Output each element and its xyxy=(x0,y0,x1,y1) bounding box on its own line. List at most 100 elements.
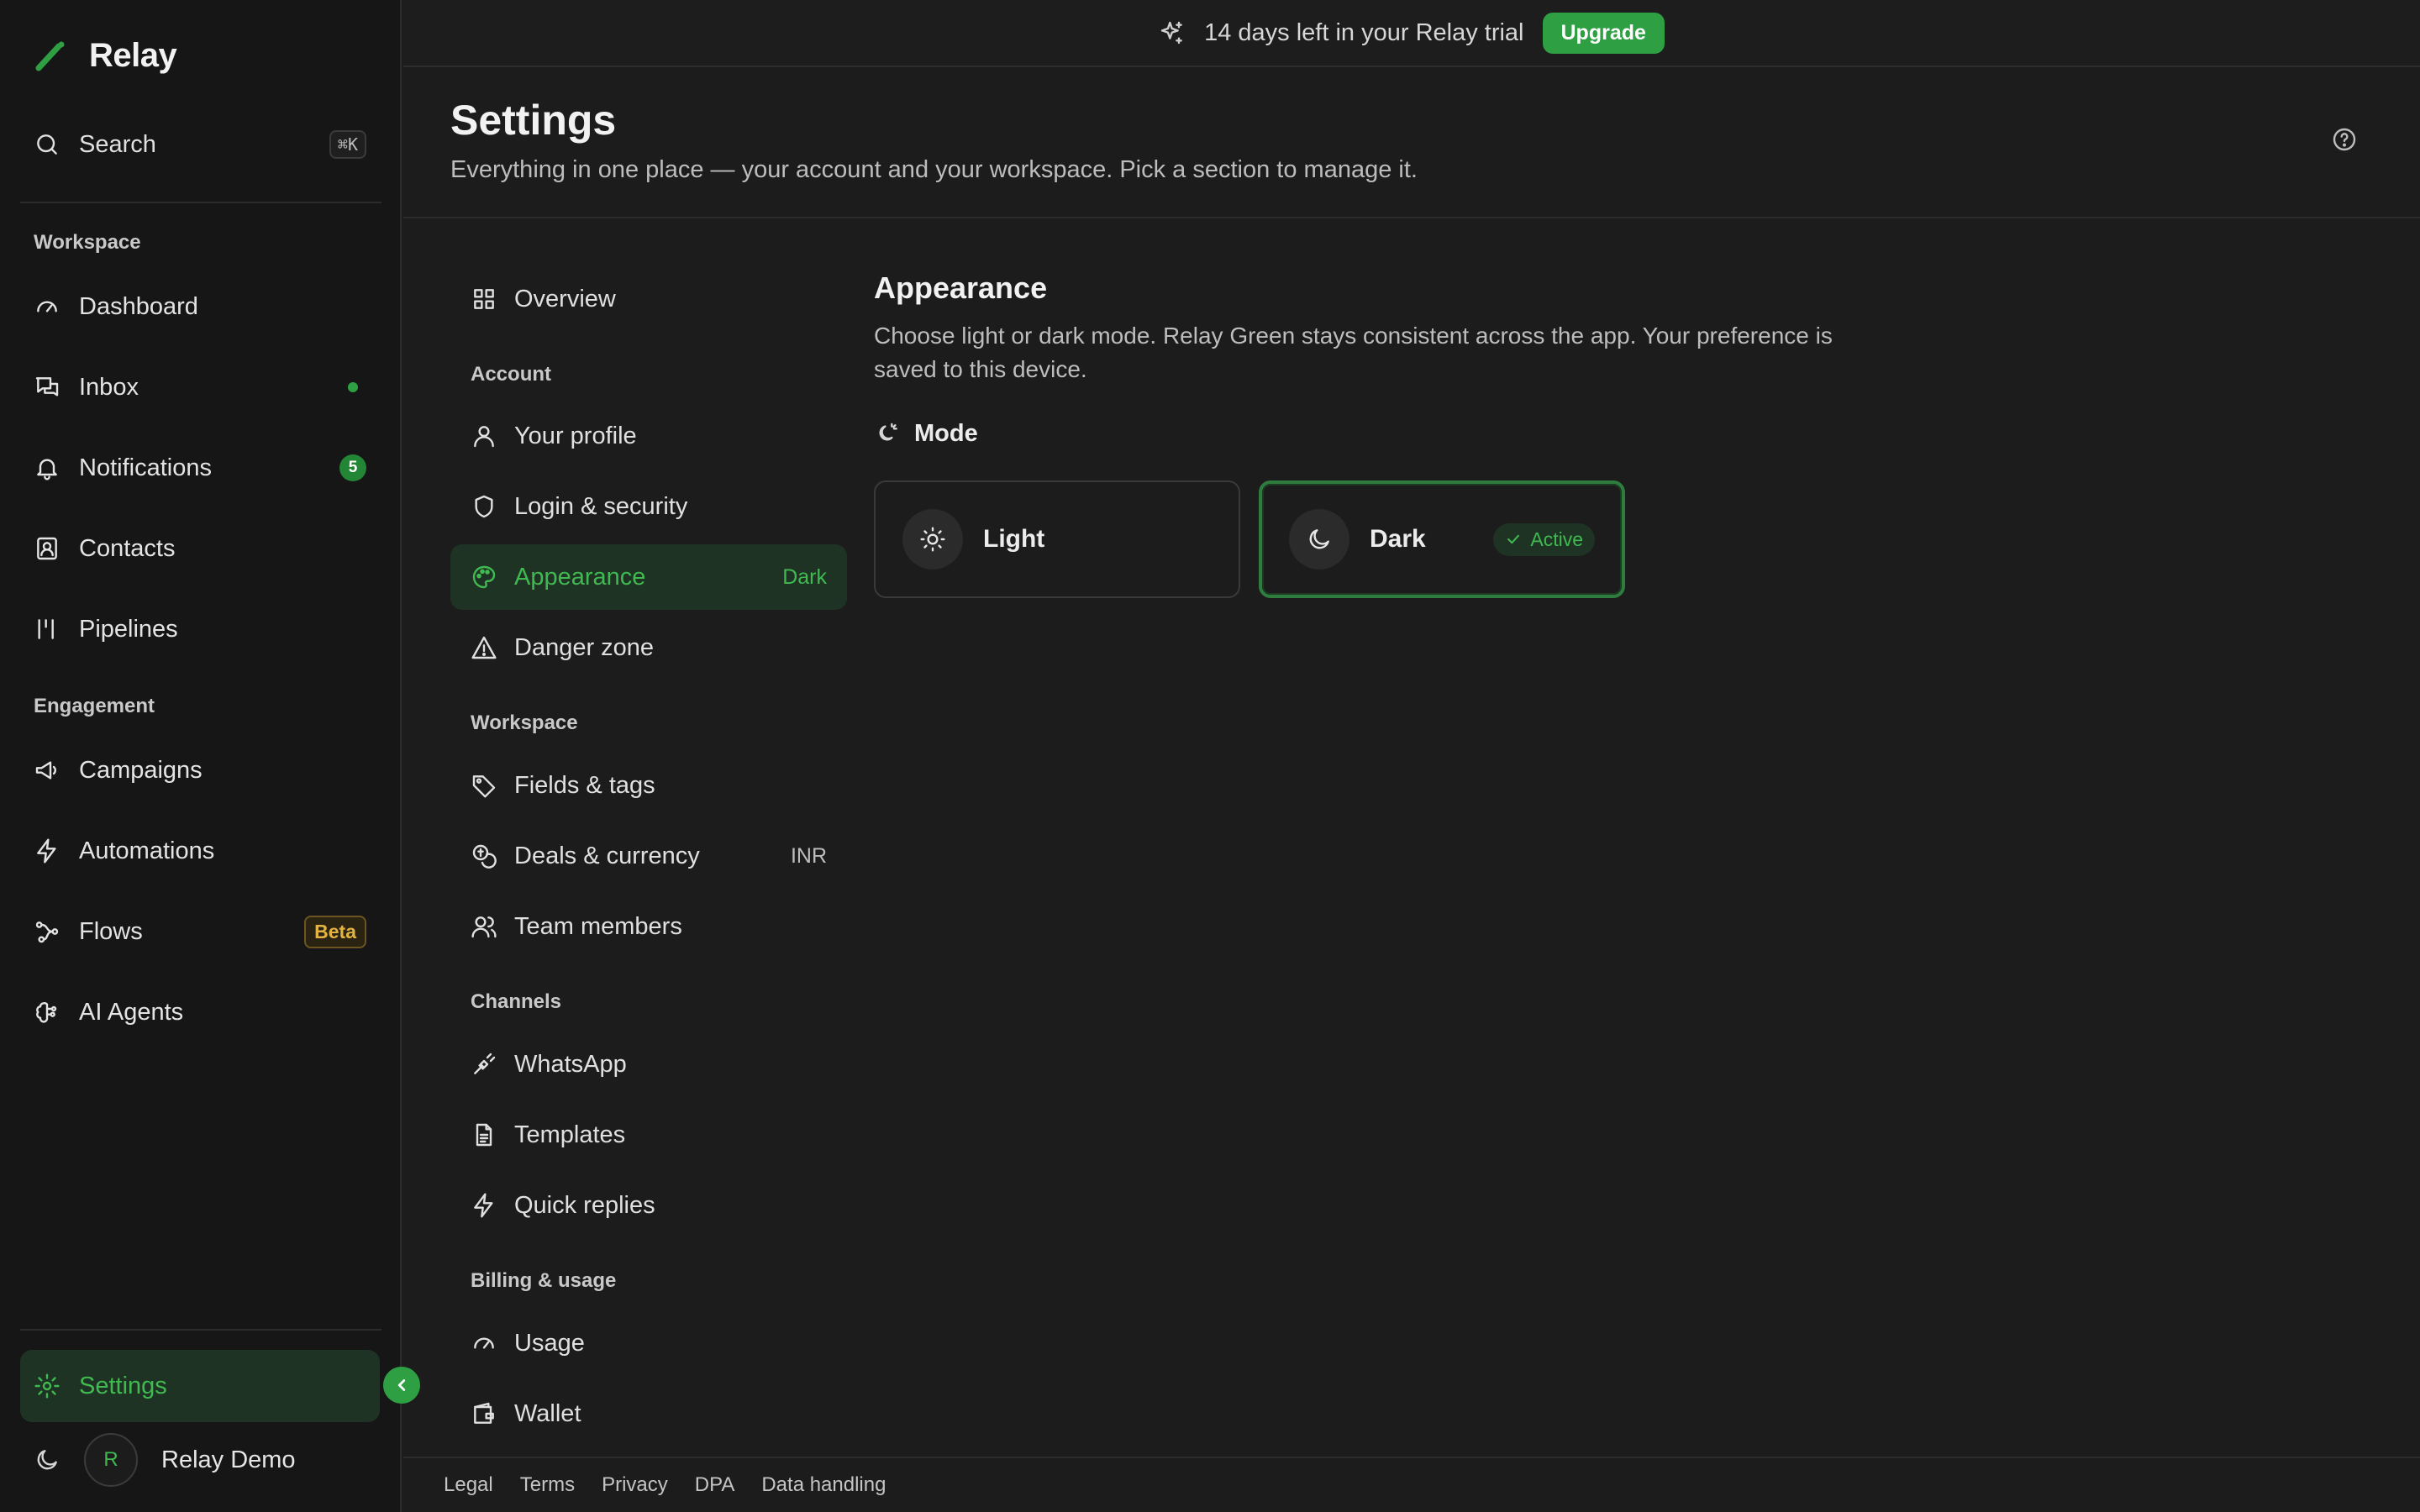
gear-icon xyxy=(34,1373,60,1399)
settings-section-billing: Billing & usage xyxy=(471,1269,617,1292)
sidebar-section-engagement: Engagement xyxy=(34,695,155,717)
active-badge-label: Active xyxy=(1530,528,1583,550)
settings-nav-danger-zone[interactable]: Danger zone xyxy=(450,615,847,680)
settings-nav-label: Usage xyxy=(514,1329,585,1357)
settings-nav-whatsapp[interactable]: WhatsApp xyxy=(450,1032,847,1097)
sidebar-item-pipelines[interactable]: Pipelines xyxy=(20,599,380,659)
settings-nav-label: Templates xyxy=(514,1121,626,1148)
mode-option-dark[interactable]: Dark Active xyxy=(1259,480,1625,598)
user-menu[interactable]: R Relay Demo xyxy=(34,1433,296,1487)
active-badge: Active xyxy=(1493,522,1595,556)
avatar: R xyxy=(84,1433,138,1487)
sidebar-item-dashboard[interactable]: Dashboard xyxy=(20,276,380,337)
sidebar-item-campaigns[interactable]: Campaigns xyxy=(20,740,380,801)
settings-nav-appearance[interactable]: Appearance Dark xyxy=(450,544,847,610)
footer-link-legal[interactable]: Legal xyxy=(444,1473,493,1497)
footer: Legal Terms Privacy DPA Data handling xyxy=(403,1457,2420,1512)
settings-nav-label: Team members xyxy=(514,912,682,940)
notifications-count-badge: 5 xyxy=(339,454,366,481)
settings-nav-team-members[interactable]: Team members xyxy=(450,894,847,959)
mode-option-light[interactable]: Light xyxy=(874,480,1240,598)
settings-nav-label: Deals & currency xyxy=(514,842,700,869)
sidebar-item-automations[interactable]: Automations xyxy=(20,821,380,881)
settings-nav-your-profile[interactable]: Your profile xyxy=(450,403,847,469)
mode-option-label: Light xyxy=(983,525,1045,553)
unread-dot xyxy=(348,382,358,392)
settings-nav-quick-replies[interactable]: Quick replies xyxy=(450,1173,847,1238)
settings-nav-overview[interactable]: Overview xyxy=(450,266,847,332)
tag-icon xyxy=(471,772,497,799)
collapse-sidebar-button[interactable] xyxy=(383,1367,420,1404)
sidebar-item-inbox[interactable]: Inbox xyxy=(20,357,380,417)
sidebar-item-label: Notifications xyxy=(79,454,212,481)
grid-icon xyxy=(471,286,497,312)
sidebar-section-workspace: Workspace xyxy=(34,231,141,254)
search-shortcut: ⌘K xyxy=(329,130,366,159)
search-button[interactable]: Search ⌘K xyxy=(20,118,380,171)
search-label: Search xyxy=(79,130,156,158)
sidebar-item-label: Campaigns xyxy=(79,756,203,784)
settings-nav-wallet[interactable]: Wallet xyxy=(450,1381,847,1446)
sidebar-item-label: Inbox xyxy=(79,373,139,401)
settings-nav-label: Wallet xyxy=(514,1399,581,1427)
page-title: Settings xyxy=(450,97,617,144)
sidebar-item-label: Settings xyxy=(79,1372,167,1399)
sidebar-item-ai-agents[interactable]: AI Agents xyxy=(20,982,380,1042)
palette-icon xyxy=(471,564,497,591)
settings-nav-label: Quick replies xyxy=(514,1191,655,1219)
sidebar-item-contacts[interactable]: Contacts xyxy=(20,518,380,579)
upgrade-button[interactable]: Upgrade xyxy=(1542,12,1665,54)
settings-nav-usage[interactable]: Usage xyxy=(450,1310,847,1376)
bell-icon xyxy=(34,454,60,481)
help-icon[interactable] xyxy=(2331,126,2358,153)
sidebar-item-notifications[interactable]: Notifications 5 xyxy=(20,438,380,498)
check-icon xyxy=(1505,531,1522,548)
sidebar-item-flows[interactable]: Flows Beta xyxy=(20,901,380,962)
sidebar-item-label: Dashboard xyxy=(79,292,198,320)
footer-link-data-handling[interactable]: Data handling xyxy=(761,1473,886,1497)
settings-section-channels: Channels xyxy=(471,990,562,1013)
flow-icon xyxy=(34,918,60,945)
settings-nav-login-security[interactable]: Login & security xyxy=(450,474,847,539)
settings-nav-fields-tags[interactable]: Fields & tags xyxy=(450,753,847,818)
chat-icon xyxy=(34,374,60,401)
settings-nav-label: Fields & tags xyxy=(514,771,655,799)
shield-icon xyxy=(471,493,497,520)
megaphone-icon xyxy=(34,757,60,784)
settings-nav-templates[interactable]: Templates xyxy=(450,1102,847,1168)
settings-nav-label: WhatsApp xyxy=(514,1050,627,1078)
sun-moon-icon xyxy=(874,421,901,448)
user-name: Relay Demo xyxy=(161,1446,296,1473)
user-icon xyxy=(471,423,497,449)
coins-icon xyxy=(471,843,497,869)
search-icon xyxy=(34,131,60,158)
trial-banner: 14 days left in your Relay trial Upgrade xyxy=(403,0,2420,67)
sidebar-item-settings[interactable]: Settings xyxy=(20,1350,380,1422)
sidebar-item-label: AI Agents xyxy=(79,998,184,1026)
settings-nav-label: Overview xyxy=(514,285,616,312)
settings-nav-label: Appearance xyxy=(514,563,646,591)
gauge-icon xyxy=(34,293,60,320)
sparkles-icon xyxy=(1159,19,1186,46)
sidebar-item-label: Contacts xyxy=(79,534,176,562)
page-header: Settings Everything in one place — your … xyxy=(403,69,2420,218)
sun-icon xyxy=(902,509,963,570)
sidebar-item-label: Pipelines xyxy=(79,615,178,643)
trial-banner-text: 14 days left in your Relay trial xyxy=(1204,18,1524,46)
section-description: Choose light or dark mode. Relay Green s… xyxy=(874,323,1833,382)
contacts-icon xyxy=(34,535,60,562)
brand[interactable]: Relay xyxy=(34,37,177,75)
moon-icon xyxy=(1289,509,1349,570)
sidebar: Relay Search ⌘K Workspace Dashboard Inbo… xyxy=(0,0,420,1512)
moon-theme-toggle-icon[interactable] xyxy=(34,1446,60,1473)
footer-link-dpa[interactable]: DPA xyxy=(695,1473,735,1497)
footer-link-terms[interactable]: Terms xyxy=(520,1473,575,1497)
mode-heading: Mode xyxy=(874,420,978,448)
settings-nav-label: Your profile xyxy=(514,422,637,449)
lightning-icon xyxy=(471,1192,497,1219)
footer-link-privacy[interactable]: Privacy xyxy=(602,1473,668,1497)
currency-value: INR xyxy=(790,843,827,868)
settings-nav-deals-currency[interactable]: Deals & currency INR xyxy=(450,823,847,889)
wallet-icon xyxy=(471,1400,497,1427)
gauge-icon xyxy=(471,1330,497,1357)
